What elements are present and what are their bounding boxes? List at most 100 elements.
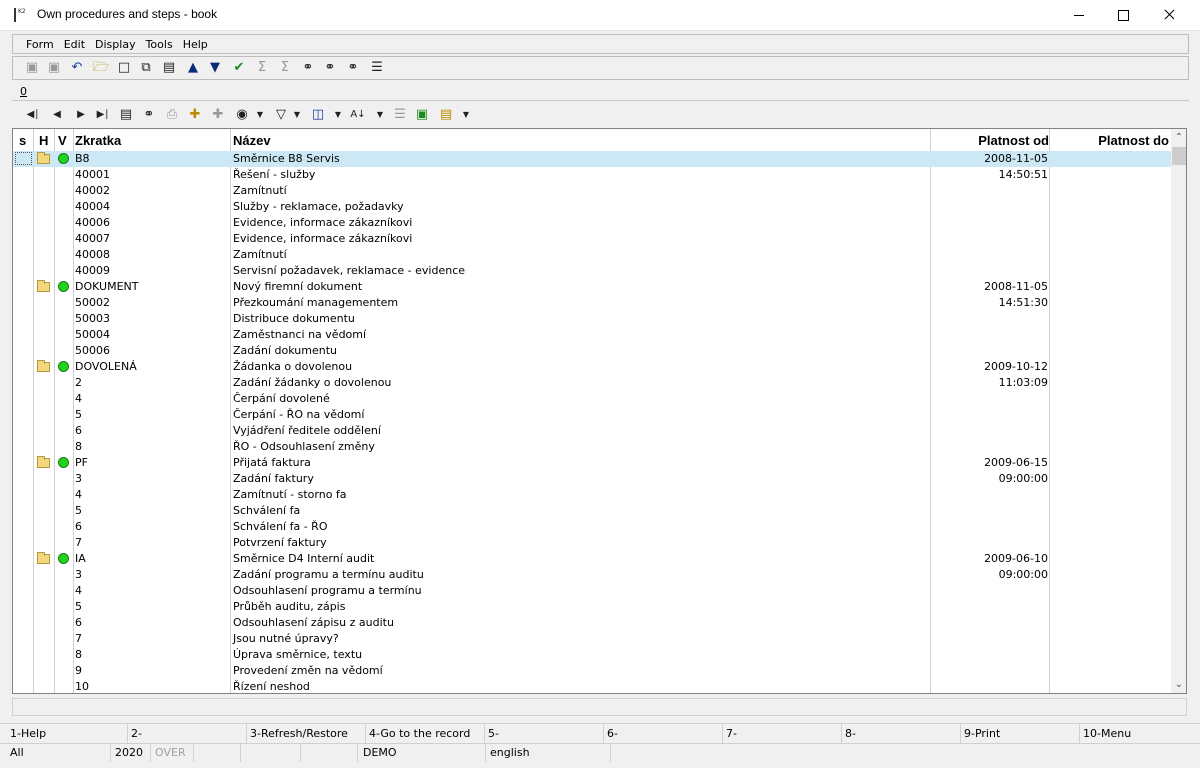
table-row[interactable]: 5 Schválení fa: [13, 503, 1171, 519]
fkey-1[interactable]: 1-Help: [10, 727, 46, 740]
camera-icon[interactable]: ◉: [234, 107, 250, 123]
print-icon[interactable]: ⎙: [164, 107, 180, 123]
last-record-icon[interactable]: ▶∣: [95, 107, 111, 123]
copy-icon[interactable]: ⧉: [138, 60, 154, 76]
undo-icon[interactable]: ↶: [69, 60, 85, 76]
table-row[interactable]: 40006 Evidence, informace zákazníkovi: [13, 215, 1171, 231]
first-record-icon[interactable]: ◀∣: [25, 107, 41, 123]
scroll-up-icon[interactable]: ⌃: [1171, 129, 1186, 146]
col-header-h[interactable]: H: [39, 133, 48, 148]
open-folder-icon[interactable]: 🗁: [93, 60, 109, 76]
scroll-down-icon[interactable]: ⌄: [1171, 676, 1186, 693]
previous-record-icon[interactable]: ◀: [49, 107, 65, 123]
menu-tools[interactable]: Tools: [141, 35, 178, 54]
table-row[interactable]: B8 Směrnice B8 Servis 2008-11-05 14:50:51: [13, 151, 1171, 181]
col-header-code[interactable]: Zkratka: [75, 133, 121, 148]
filter-dropdown-icon[interactable]: ▼: [289, 107, 305, 123]
refresh-document-icon[interactable]: ▤: [118, 107, 134, 123]
report-dropdown-icon[interactable]: ▼: [458, 107, 474, 123]
move-down-icon[interactable]: ▼: [207, 60, 223, 76]
table-row[interactable]: 9 Provedení změn na vědomí: [13, 663, 1171, 679]
tree-list-icon[interactable]: ☰: [392, 107, 408, 123]
scroll-thumb[interactable]: [1172, 147, 1186, 165]
table-row[interactable]: 5 Čerpání - ŘO na vědomí: [13, 407, 1171, 423]
save-as-icon[interactable]: ▣: [46, 60, 62, 76]
filter-sum-icon[interactable]: Σ: [277, 60, 293, 76]
table-row[interactable]: 50006 Zadání dokumentu: [13, 343, 1171, 359]
table-row[interactable]: 4 Čerpání dovolené: [13, 391, 1171, 407]
table-row[interactable]: 50004 Zaměstnanci na vědomí: [13, 327, 1171, 343]
next-record-icon[interactable]: ▶: [73, 107, 89, 123]
camera-dropdown-icon[interactable]: ▼: [252, 107, 268, 123]
vertical-scrollbar[interactable]: ⌃ ⌄: [1171, 129, 1186, 693]
sum-icon[interactable]: Σ: [254, 60, 270, 76]
filter-icon[interactable]: ▽: [273, 107, 289, 123]
table-row[interactable]: 4 Odsouhlasení programu a termínu: [13, 583, 1171, 599]
new-document-icon[interactable]: □: [116, 60, 132, 76]
table-row[interactable]: 4 Zamítnutí - storno fa: [13, 487, 1171, 503]
menu-display[interactable]: Display: [90, 35, 141, 54]
fkey-6[interactable]: 6-: [607, 727, 618, 740]
table-row[interactable]: 2 Zadání žádanky o dovolenou: [13, 375, 1171, 391]
views-icon[interactable]: ◫: [310, 107, 326, 123]
find-next-icon[interactable]: ⚭: [322, 60, 338, 76]
table-row[interactable]: 7 Jsou nutné úpravy?: [13, 631, 1171, 647]
table-row[interactable]: 8 Úprava směrnice, textu: [13, 647, 1171, 663]
table-row[interactable]: 40004 Služby - reklamace, požadavky: [13, 199, 1171, 215]
table-row[interactable]: 3 Zadání faktury: [13, 471, 1171, 487]
table-row[interactable]: PF Přijatá faktura 2009-06-15 09:00:00: [13, 455, 1171, 485]
fkey-9[interactable]: 9-Print: [964, 727, 1000, 740]
table-row[interactable]: 50002 Přezkoumání managementem: [13, 295, 1171, 311]
close-button[interactable]: [1146, 0, 1192, 30]
menu-form[interactable]: Form: [21, 35, 59, 54]
views-dropdown-icon[interactable]: ▼: [330, 107, 346, 123]
menu-help[interactable]: Help: [178, 35, 213, 54]
remove-item-icon[interactable]: ✚: [210, 107, 226, 123]
table-row[interactable]: 40001 Řešení - služby: [13, 167, 1171, 183]
fkey-4[interactable]: 4-Go to the record: [369, 727, 470, 740]
move-up-icon[interactable]: ▲: [185, 60, 201, 76]
table-row[interactable]: 3 Zadání programu a termínu auditu: [13, 567, 1171, 583]
sort-icon[interactable]: A↓: [350, 107, 366, 123]
table-row[interactable]: 8 ŘO - Odsouhlasení změny: [13, 439, 1171, 455]
table-row[interactable]: DOVOLENÁ Žádanka o dovolenou 2009-10-12 11…: [13, 359, 1171, 389]
col-header-v[interactable]: V: [58, 133, 67, 148]
find-icon[interactable]: ⚭: [300, 60, 316, 76]
menu-edit[interactable]: Edit: [59, 35, 90, 54]
binoculars-icon[interactable]: ⚭: [141, 107, 157, 123]
col-header-valid-to[interactable]: Platnost do: [1053, 133, 1169, 148]
fkey-5[interactable]: 5-: [488, 727, 499, 740]
fkey-2[interactable]: 2-: [131, 727, 142, 740]
table-row[interactable]: 40009 Servisní požadavek, reklamace - evi…: [13, 263, 1171, 279]
table-row[interactable]: 7 Potvrzení faktury: [13, 535, 1171, 551]
report-icon[interactable]: ▤: [438, 107, 454, 123]
book-icon[interactable]: ▤: [161, 60, 177, 76]
table-row[interactable]: 40002 Zamítnutí: [13, 183, 1171, 199]
table-row[interactable]: 6 Odsouhlasení zápisu z auditu: [13, 615, 1171, 631]
col-header-s[interactable]: s: [19, 133, 26, 148]
save-icon[interactable]: ▣: [24, 60, 40, 76]
fkey-3[interactable]: 3-Refresh/Restore: [250, 727, 348, 740]
col-header-valid-from[interactable]: Platnost od: [933, 133, 1049, 148]
col-header-name[interactable]: Název: [233, 133, 271, 148]
table-row[interactable]: 5 Průběh auditu, zápis: [13, 599, 1171, 615]
fkey-8[interactable]: 8-: [845, 727, 856, 740]
row-selector[interactable]: [15, 152, 32, 165]
table-row[interactable]: DOKUMENT Nový firemní dokument 2008-11-05 …: [13, 279, 1171, 309]
maximize-button[interactable]: [1100, 0, 1146, 30]
sort-dropdown-icon[interactable]: ▼: [372, 107, 388, 123]
minimize-button[interactable]: [1056, 0, 1102, 30]
table-row[interactable]: 6 Schválení fa - ŘO: [13, 519, 1171, 535]
hamburger-menu-icon[interactable]: ☰: [369, 60, 385, 76]
table-row[interactable]: 10 Řízení neshod: [13, 679, 1171, 693]
check-icon[interactable]: ✔: [231, 60, 247, 76]
fkey-10[interactable]: 10-Menu: [1083, 727, 1131, 740]
fkey-7[interactable]: 7-: [726, 727, 737, 740]
find-replace-icon[interactable]: ⚭: [345, 60, 361, 76]
table-row[interactable]: IA Směrnice D4 Interní audit 2009-06-10 09…: [13, 551, 1171, 581]
table-row[interactable]: 40007 Evidence, informace zákazníkovi: [13, 231, 1171, 247]
table-row[interactable]: 40008 Zamítnutí: [13, 247, 1171, 263]
export-icon[interactable]: ▣: [414, 107, 430, 123]
tab-0[interactable]: 0: [20, 85, 27, 98]
add-item-icon[interactable]: ✚: [187, 107, 203, 123]
